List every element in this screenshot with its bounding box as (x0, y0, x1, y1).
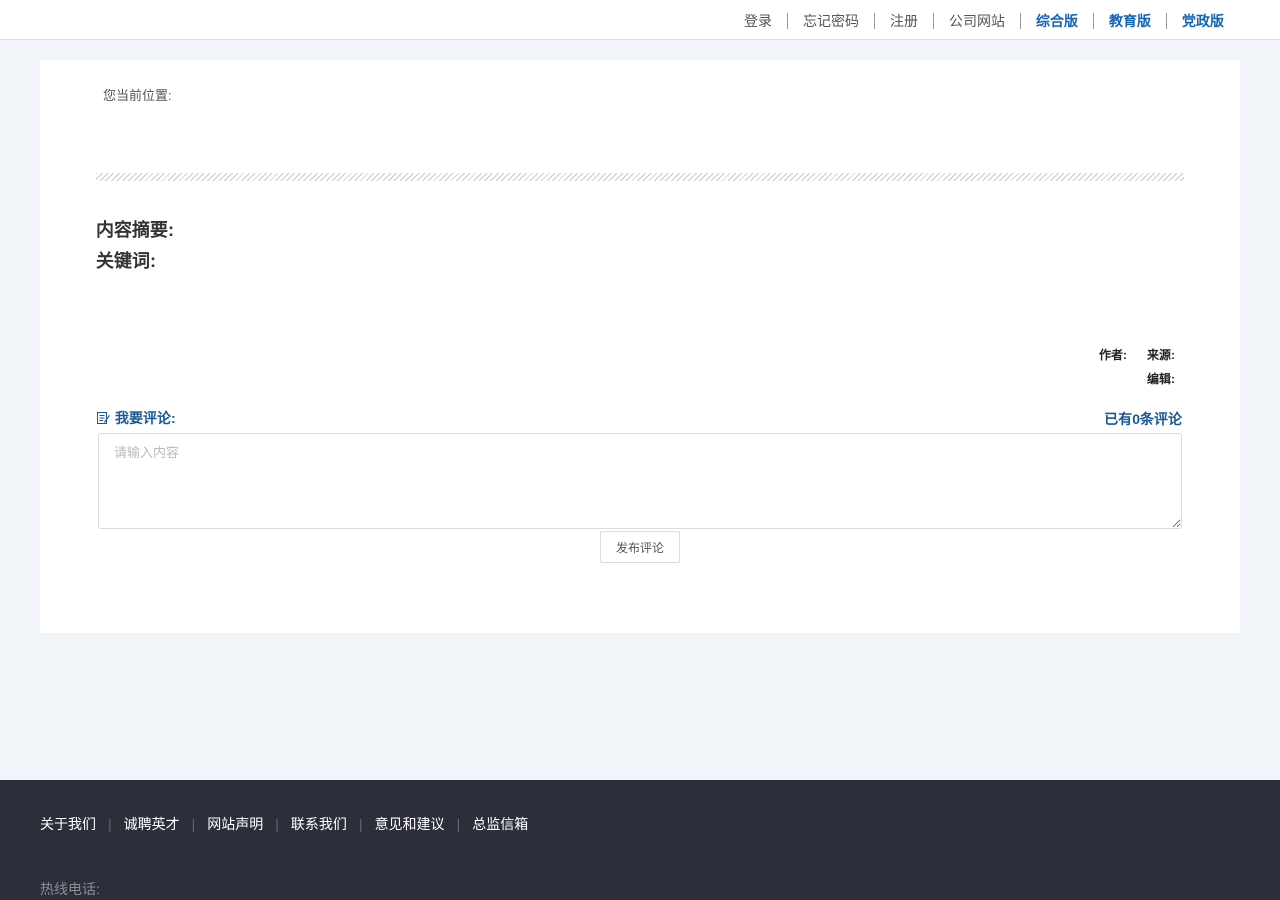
top-nav: 登录 忘记密码 注册 公司网站 综合版 教育版 党政版 (729, 11, 1239, 31)
source-label: 来源: (1147, 348, 1175, 362)
footer-separator: | (108, 816, 112, 832)
comment-heading-label: 我要评论: (115, 410, 176, 426)
education-edition-link[interactable]: 教育版 (1093, 13, 1166, 29)
footer-link-about[interactable]: 关于我们 (40, 814, 96, 834)
footer-separator: | (191, 816, 196, 832)
footer-separator: | (456, 816, 461, 832)
comment-count: 已有0条评论 (1104, 411, 1182, 427)
register-link[interactable]: 注册 (874, 13, 933, 29)
submit-comment-button[interactable]: 发布评论 (600, 531, 680, 563)
footer-link-feedback[interactable]: 意见和建议 (375, 814, 445, 834)
comprehensive-edition-link[interactable]: 综合版 (1020, 13, 1093, 29)
party-edition-link[interactable]: 党政版 (1166, 13, 1239, 29)
author-label: 作者: (1099, 348, 1127, 362)
comment-heading: 我要评论: (97, 408, 176, 428)
footer-links: 关于我们 | 诚聘英才 | 网站声明 | 联系我们 | 意见和建议 | 总监信箱 (40, 814, 528, 834)
footer-link-director-mailbox[interactable]: 总监信箱 (472, 814, 528, 834)
hotline-label: 热线电话: (40, 881, 100, 897)
footer: 关于我们 | 诚聘英才 | 网站声明 | 联系我们 | 意见和建议 | 总监信箱… (0, 780, 1280, 900)
footer-link-careers[interactable]: 诚聘英才 (124, 814, 180, 834)
breadcrumb: 您当前位置: (103, 88, 172, 103)
summary-label: 内容摘要: (96, 220, 174, 240)
editor-label: 编辑: (1147, 372, 1175, 386)
edit-icon (97, 411, 110, 425)
hatched-divider (96, 173, 1184, 181)
company-site-link[interactable]: 公司网站 (933, 13, 1020, 29)
footer-separator: | (358, 816, 363, 832)
footer-link-contact[interactable]: 联系我们 (291, 814, 347, 834)
article-card: 您当前位置: 内容摘要: 关键词: 作者: 来源: 编辑: 我要评论: 已有0条… (40, 60, 1240, 633)
top-bar: 登录 忘记密码 注册 公司网站 综合版 教育版 党政版 (0, 0, 1280, 40)
comment-input[interactable] (98, 433, 1182, 529)
forgot-password-link[interactable]: 忘记密码 (787, 13, 874, 29)
login-link[interactable]: 登录 (729, 13, 787, 29)
footer-separator: | (275, 816, 279, 832)
footer-link-statement[interactable]: 网站声明 (207, 814, 263, 834)
keywords-label: 关键词: (96, 251, 156, 271)
